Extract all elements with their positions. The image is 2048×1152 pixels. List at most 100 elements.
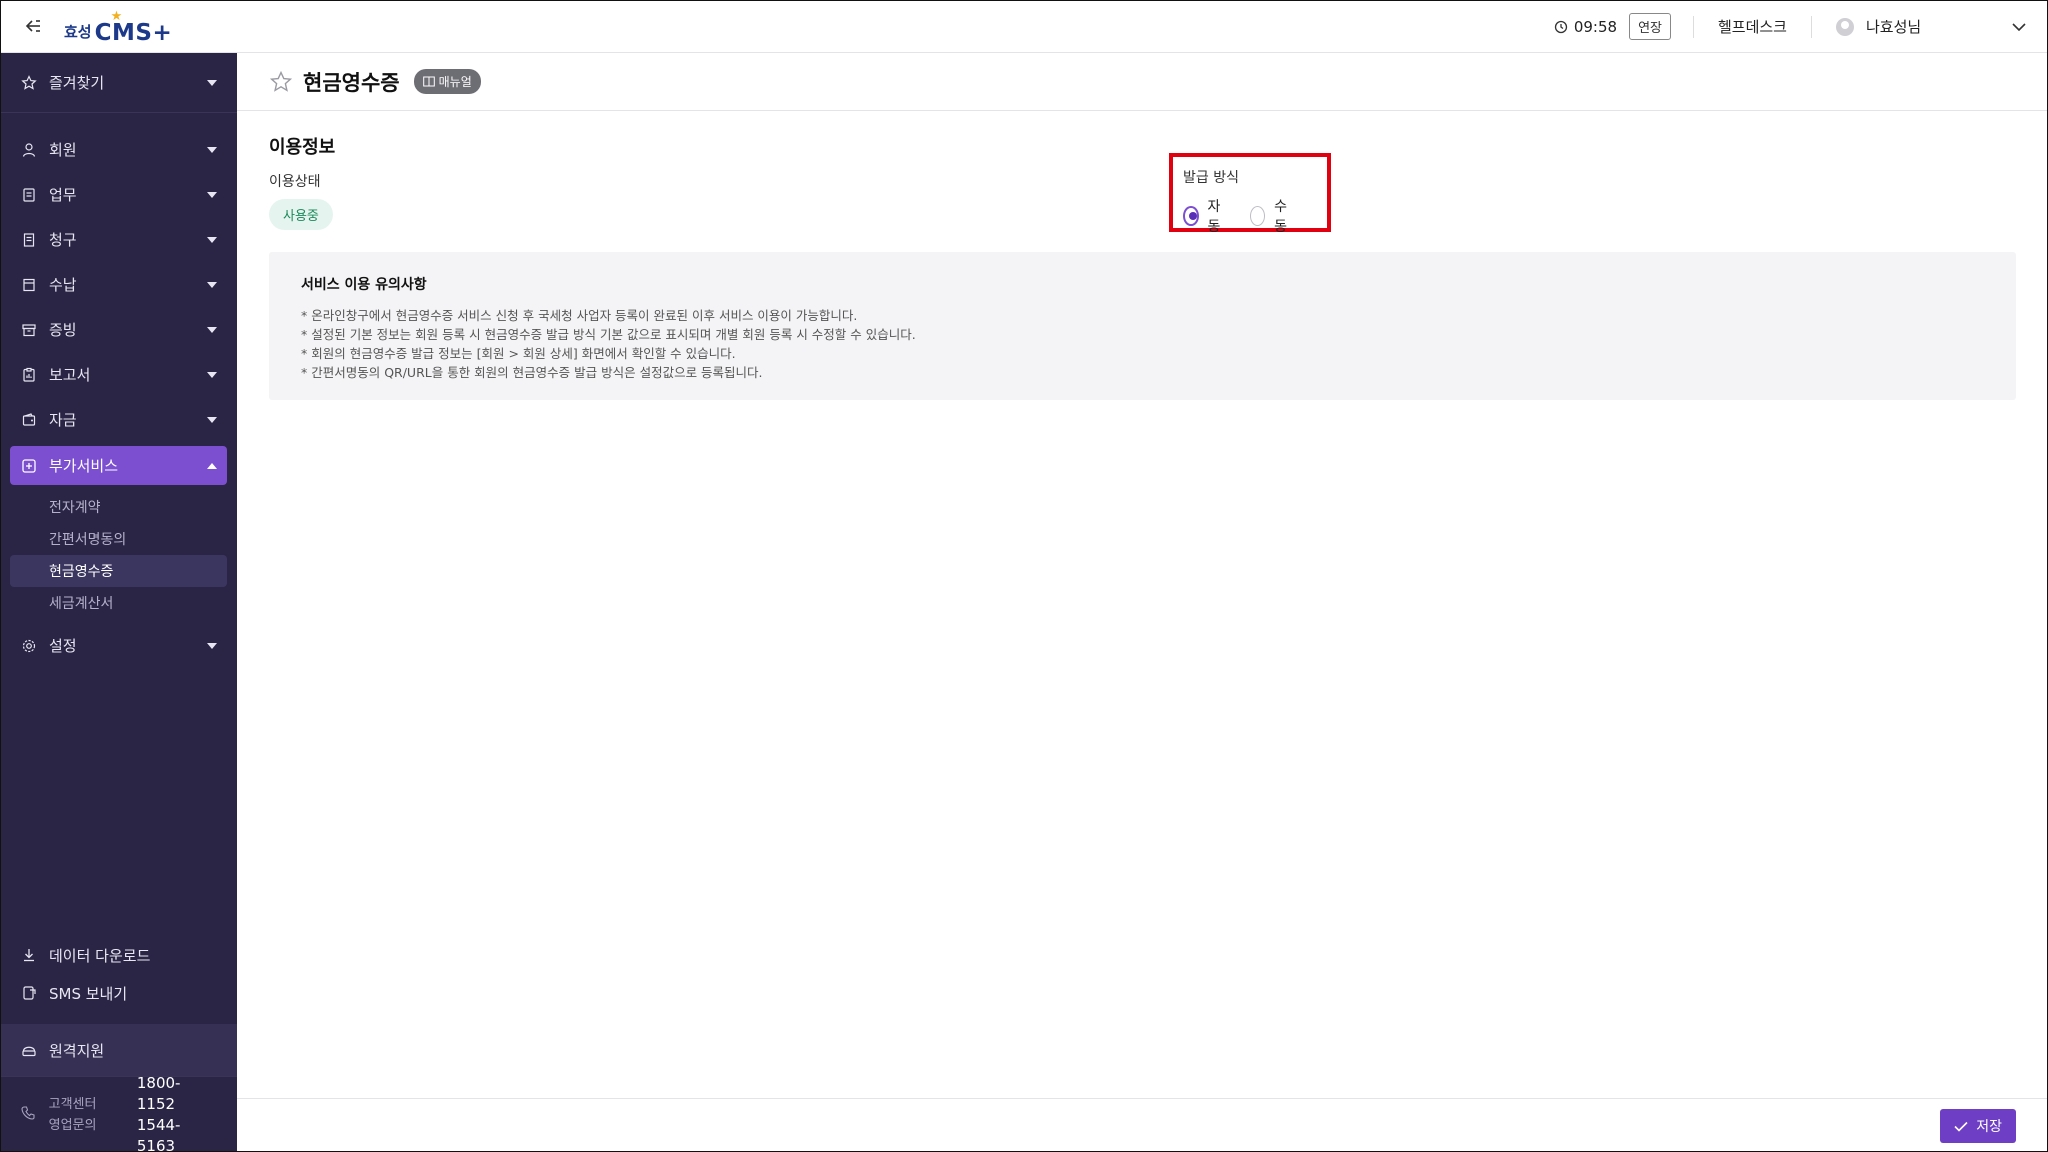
gear-icon xyxy=(20,637,38,655)
wallet-icon xyxy=(20,411,38,429)
sidebar-item-label: 부가서비스 xyxy=(49,457,119,475)
caret-down-icon xyxy=(207,236,217,243)
notice-line: * 간편서명동의 QR/URL을 통한 회원의 현금영수증 발급 방식은 설정값… xyxy=(301,365,763,380)
sidebar-item-label: 회원 xyxy=(49,141,77,159)
chevron-down-icon xyxy=(2012,22,2026,31)
sidebar-item-members[interactable]: 회원 xyxy=(0,127,237,172)
manual-label: 매뉴얼 xyxy=(438,75,472,89)
sidebar-item-settings[interactable]: 설정 xyxy=(0,623,237,668)
caret-down-icon xyxy=(207,326,217,333)
section-title: 이용정보 xyxy=(269,137,336,158)
sms-icon xyxy=(20,984,38,1002)
submenu-item-cash-receipt[interactable]: 현금영수증 xyxy=(10,555,227,587)
sidebar-item-reports[interactable]: 보고서 xyxy=(0,352,237,397)
caret-up-icon xyxy=(207,462,217,469)
logo[interactable]: 효성 CMS+ ★ xyxy=(64,8,172,46)
caret-down-icon xyxy=(207,191,217,198)
book-icon xyxy=(422,76,435,87)
logo-star-icon: ★ xyxy=(110,9,123,24)
sidebar-item-evidence[interactable]: 증빙 xyxy=(0,307,237,352)
user-menu[interactable]: 나효성님 xyxy=(1812,16,2048,37)
remote-support-icon xyxy=(20,1041,38,1059)
radio-manual-label: 수동 xyxy=(1274,199,1288,235)
caret-down-icon xyxy=(207,146,217,153)
action-bar: 저장 xyxy=(237,1098,2048,1152)
status-badge: 사용중 xyxy=(269,199,333,230)
plus-square-icon xyxy=(20,457,38,475)
phone-icon xyxy=(20,1105,38,1125)
sidebar-item-label: 업무 xyxy=(49,186,77,204)
check-icon xyxy=(1954,1121,1968,1132)
issue-method-field: 발급 방식 자동 수동 xyxy=(1169,153,1331,235)
sidebar-item-funds[interactable]: 자금 xyxy=(0,397,237,442)
radio-manual[interactable]: 수동 xyxy=(1250,196,1293,236)
caret-down-icon xyxy=(207,79,217,86)
customer-center-number: 1800-1152 xyxy=(136,1073,181,1113)
usage-status-field: 이용상태 사용중 xyxy=(269,171,333,230)
helpdesk-link[interactable]: 헬프데스크 xyxy=(1694,16,1811,37)
save-button[interactable]: 저장 xyxy=(1940,1109,2016,1143)
manual-button[interactable]: 매뉴얼 xyxy=(413,69,481,94)
notice-line: * 설정된 기본 정보는 회원 등록 시 현금영수증 발급 방식 기본 값으로 … xyxy=(301,327,916,342)
issue-method-radio-group: 자동 수동 xyxy=(1183,196,1317,236)
caret-down-icon xyxy=(207,371,217,378)
sidebar-item-label: 설정 xyxy=(49,637,77,655)
service-notice-box: 서비스 이용 유의사항 * 온라인창구에서 현금영수증 서비스 신청 후 국세청… xyxy=(269,252,2016,400)
remote-support-label: 원격지원 xyxy=(49,1041,105,1060)
sms-label: SMS 보내기 xyxy=(49,984,128,1003)
download-icon xyxy=(20,946,38,964)
save-label: 저장 xyxy=(1976,1119,2002,1135)
submenu-item-tax-invoice[interactable]: 세금계산서 xyxy=(0,587,237,619)
timer-value: 09:58 xyxy=(1573,17,1618,36)
page-header: 현금영수증 매뉴얼 xyxy=(237,53,2048,111)
notice-line: * 회원의 현금영수증 발급 정보는 [회원 > 회원 상세] 화면에서 확인할… xyxy=(301,346,736,361)
extend-session-button[interactable]: 연장 xyxy=(1629,13,1671,40)
radio-auto[interactable]: 자동 xyxy=(1183,196,1226,236)
sidebar-item-label: 증빙 xyxy=(49,321,77,339)
logo-prefix: 효성 xyxy=(64,23,92,41)
caret-down-icon xyxy=(207,642,217,649)
caret-down-icon xyxy=(207,416,217,423)
sms-send-link[interactable]: SMS 보내기 xyxy=(0,974,237,1012)
logo-main: CMS+ ★ xyxy=(94,9,173,46)
submenu-item-e-contract[interactable]: 전자계약 xyxy=(0,491,237,523)
report-icon xyxy=(20,366,38,384)
sidebar: 즐겨찾기 회원 업무 청구 수납 증빙 보고서 자금 부가서비스 전자계약 간편… xyxy=(0,53,237,1152)
main-content: 현금영수증 매뉴얼 이용정보 이용상태 사용중 발급 방식 자동 수동 서비스 … xyxy=(237,53,2048,1152)
top-bar: 효성 CMS+ ★ 09:58 연장 헬프데스크 나효성님 xyxy=(0,0,2048,53)
sidebar-item-label: 청구 xyxy=(49,231,77,249)
usage-info-section: 이용정보 이용상태 사용중 발급 방식 자동 수동 xyxy=(237,111,2048,235)
sidebar-item-label: 수납 xyxy=(49,276,77,294)
avatar xyxy=(1836,17,1854,36)
sidebar-item-label: 즐겨찾기 xyxy=(49,74,105,92)
submenu-item-simple-signature[interactable]: 간편서명동의 xyxy=(0,523,237,555)
notice-title: 서비스 이용 유의사항 xyxy=(301,277,427,293)
document-icon xyxy=(20,231,38,249)
sales-inquiry-number: 1544-5163 xyxy=(136,1115,181,1152)
session-timer: 09:58 xyxy=(1554,18,1617,36)
sidebar-item-favorites[interactable]: 즐겨찾기 xyxy=(0,53,237,113)
issue-method-label: 발급 방식 xyxy=(1183,170,1239,186)
collapse-sidebar-icon[interactable] xyxy=(20,13,46,39)
radio-manual-indicator[interactable] xyxy=(1250,206,1266,226)
notice-line: * 온라인창구에서 현금영수증 서비스 신청 후 국세청 사업자 등록이 완료된… xyxy=(301,308,858,323)
usage-status-label: 이용상태 xyxy=(269,174,321,190)
addon-services-submenu: 전자계약 간편서명동의 현금영수증 세금계산서 xyxy=(0,485,237,619)
radio-auto-label: 자동 xyxy=(1207,199,1221,235)
favorite-star-icon[interactable] xyxy=(269,70,293,94)
sidebar-item-label: 자금 xyxy=(49,411,77,429)
sales-inquiry-label: 영업문의 xyxy=(48,1117,97,1133)
sidebar-item-tasks[interactable]: 업무 xyxy=(0,172,237,217)
timer-icon xyxy=(1554,20,1567,33)
remote-support-link[interactable]: 원격지원 xyxy=(0,1024,237,1076)
caret-down-icon xyxy=(207,281,217,288)
customer-center-label: 고객센터 xyxy=(48,1096,97,1112)
sidebar-item-addon-services[interactable]: 부가서비스 xyxy=(10,446,227,485)
radio-auto-indicator[interactable] xyxy=(1183,206,1199,226)
archive-icon xyxy=(20,321,38,339)
sidebar-item-billing[interactable]: 청구 xyxy=(0,217,237,262)
task-icon xyxy=(20,186,38,204)
sidebar-item-payments[interactable]: 수납 xyxy=(0,262,237,307)
data-download-link[interactable]: 데이터 다운로드 xyxy=(0,936,237,974)
receipt-icon xyxy=(20,276,38,294)
